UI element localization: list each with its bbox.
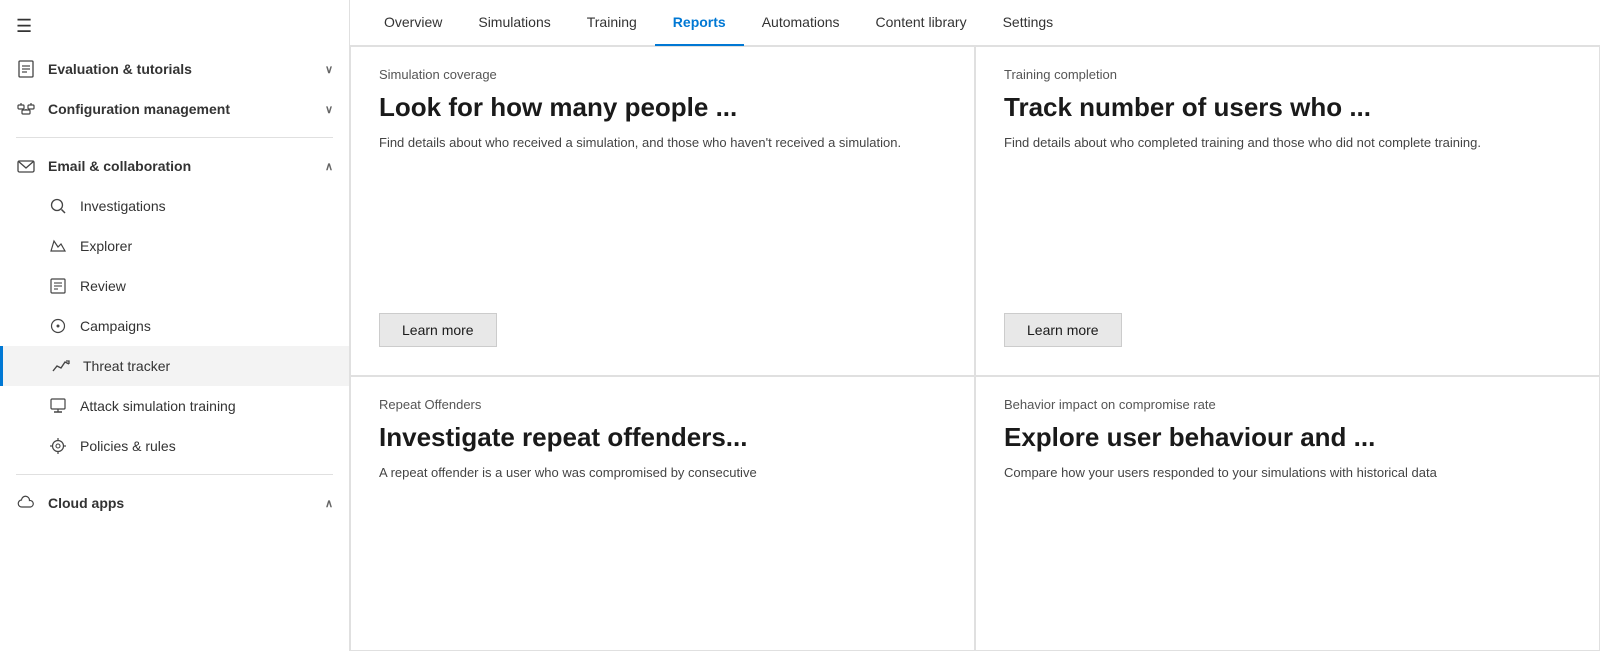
review-label: Review bbox=[80, 278, 333, 294]
policies-icon bbox=[48, 436, 68, 456]
card-simulation-desc: Find details about who received a simula… bbox=[379, 133, 946, 153]
card-simulation-coverage: Simulation coverage Look for how many pe… bbox=[350, 46, 975, 376]
cloud-chevron: ∧ bbox=[325, 497, 333, 510]
threat-tracker-icon bbox=[51, 356, 71, 376]
card-offenders-title: Investigate repeat offenders... bbox=[379, 422, 946, 453]
email-collab-label: Email & collaboration bbox=[48, 158, 191, 174]
config-icon bbox=[16, 99, 36, 119]
card-offenders-desc: A repeat offender is a user who was comp… bbox=[379, 463, 946, 483]
sidebar-item-threat-tracker[interactable]: Threat tracker bbox=[0, 346, 349, 386]
cloud-icon bbox=[16, 493, 36, 513]
card-training-desc: Find details about who completed trainin… bbox=[1004, 133, 1571, 153]
card-behavior-desc: Compare how your users responded to your… bbox=[1004, 463, 1571, 483]
learn-more-training-button[interactable]: Learn more bbox=[1004, 313, 1122, 347]
card-training-label: Training completion bbox=[1004, 67, 1571, 82]
main-content: Overview Simulations Training Reports Au… bbox=[350, 0, 1600, 651]
attack-simulation-label: Attack simulation training bbox=[80, 398, 333, 414]
sidebar-item-email-collaboration[interactable]: Email & collaboration ∧ bbox=[0, 146, 349, 186]
card-repeat-offenders: Repeat Offenders Investigate repeat offe… bbox=[350, 376, 975, 651]
investigations-label: Investigations bbox=[80, 198, 333, 214]
divider-2 bbox=[16, 474, 333, 475]
sidebar-item-policies-rules[interactable]: Policies & rules bbox=[0, 426, 349, 466]
card-training-title: Track number of users who ... bbox=[1004, 92, 1571, 123]
card-behavior-title: Explore user behaviour and ... bbox=[1004, 422, 1571, 453]
config-label: Configuration management bbox=[48, 101, 230, 117]
card-training-completion: Training completion Track number of user… bbox=[975, 46, 1600, 376]
tab-content-library[interactable]: Content library bbox=[858, 0, 985, 46]
evaluation-chevron: ∨ bbox=[325, 63, 333, 76]
email-icon bbox=[16, 156, 36, 176]
sidebar-item-investigations[interactable]: Investigations bbox=[0, 186, 349, 226]
tab-overview[interactable]: Overview bbox=[366, 0, 460, 46]
campaigns-icon bbox=[48, 316, 68, 336]
threat-tracker-label: Threat tracker bbox=[83, 358, 333, 374]
tabs-bar: Overview Simulations Training Reports Au… bbox=[350, 0, 1600, 46]
hamburger-icon: ☰ bbox=[16, 16, 32, 37]
card-simulation-title: Look for how many people ... bbox=[379, 92, 946, 123]
campaigns-label: Campaigns bbox=[80, 318, 333, 334]
explorer-label: Explorer bbox=[80, 238, 333, 254]
cards-grid: Simulation coverage Look for how many pe… bbox=[350, 46, 1600, 651]
divider-1 bbox=[16, 137, 333, 138]
sidebar-item-evaluation-tutorials[interactable]: Evaluation & tutorials ∨ bbox=[0, 49, 349, 89]
sidebar-item-campaigns[interactable]: Campaigns bbox=[0, 306, 349, 346]
tab-settings[interactable]: Settings bbox=[985, 0, 1072, 46]
policies-label: Policies & rules bbox=[80, 438, 333, 454]
sidebar-item-configuration-management[interactable]: Configuration management ∨ bbox=[0, 89, 349, 129]
sidebar-item-explorer[interactable]: Explorer bbox=[0, 226, 349, 266]
cloud-apps-label: Cloud apps bbox=[48, 495, 124, 511]
card-behavior-impact: Behavior impact on compromise rate Explo… bbox=[975, 376, 1600, 651]
sidebar-item-attack-simulation[interactable]: Attack simulation training bbox=[0, 386, 349, 426]
sidebar-item-review[interactable]: Review bbox=[0, 266, 349, 306]
investigations-icon bbox=[48, 196, 68, 216]
card-offenders-label: Repeat Offenders bbox=[379, 397, 946, 412]
explorer-icon bbox=[48, 236, 68, 256]
tab-automations[interactable]: Automations bbox=[744, 0, 858, 46]
card-behavior-label: Behavior impact on compromise rate bbox=[1004, 397, 1571, 412]
evaluation-label: Evaluation & tutorials bbox=[48, 61, 192, 77]
evaluation-icon bbox=[16, 59, 36, 79]
review-icon bbox=[48, 276, 68, 296]
sidebar: ☰ Evaluation & tutorials ∨ Configuration… bbox=[0, 0, 350, 651]
config-chevron: ∨ bbox=[325, 103, 333, 116]
sidebar-item-cloud-apps[interactable]: Cloud apps ∧ bbox=[0, 483, 349, 523]
hamburger-button[interactable]: ☰ bbox=[0, 4, 349, 49]
tab-training[interactable]: Training bbox=[569, 0, 655, 46]
email-chevron: ∧ bbox=[325, 160, 333, 173]
tab-simulations[interactable]: Simulations bbox=[460, 0, 568, 46]
tab-reports[interactable]: Reports bbox=[655, 0, 744, 46]
attack-sim-icon bbox=[48, 396, 68, 416]
card-simulation-label: Simulation coverage bbox=[379, 67, 946, 82]
learn-more-simulation-button[interactable]: Learn more bbox=[379, 313, 497, 347]
